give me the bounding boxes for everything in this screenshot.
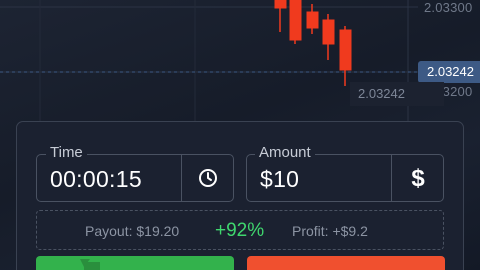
- current-price-badge: 2.03242: [418, 61, 480, 83]
- down-button[interactable]: [247, 256, 445, 270]
- arrow-up-icon: [80, 259, 100, 270]
- amount-value[interactable]: $10: [260, 166, 299, 193]
- time-field[interactable]: 00:00:15: [36, 154, 234, 202]
- candles: [274, 0, 352, 86]
- payout-info: Payout: $19.20 +92% Profit: +$9.2: [36, 210, 444, 250]
- candle-body: [289, 0, 302, 41]
- dollar-icon[interactable]: $: [398, 155, 438, 201]
- candle-body: [306, 11, 319, 29]
- candle-body: [322, 19, 335, 45]
- amount-field[interactable]: $10 $: [246, 154, 444, 202]
- amount-label: Amount: [255, 145, 315, 161]
- time-label: Time: [46, 145, 87, 161]
- amount-field-divider: [391, 155, 392, 201]
- cursor-price-label: 2.03242: [350, 82, 444, 106]
- candle-body: [274, 0, 287, 9]
- clock-icon[interactable]: [188, 155, 228, 201]
- payout-percent: +92%: [215, 220, 265, 241]
- svg-text:$: $: [411, 165, 425, 191]
- up-button[interactable]: [36, 256, 234, 270]
- price-level-top: 2.03300: [424, 0, 473, 15]
- time-value[interactable]: 00:00:15: [50, 166, 142, 193]
- payout-text: Payout: $19.20: [85, 223, 180, 239]
- candle-body: [339, 29, 352, 71]
- trade-panel: 00:00:15 Time $10 $ Amount Payout: $19.2…: [16, 121, 464, 270]
- profit-text: Profit: +$9.2: [292, 223, 368, 239]
- time-field-divider: [181, 155, 182, 201]
